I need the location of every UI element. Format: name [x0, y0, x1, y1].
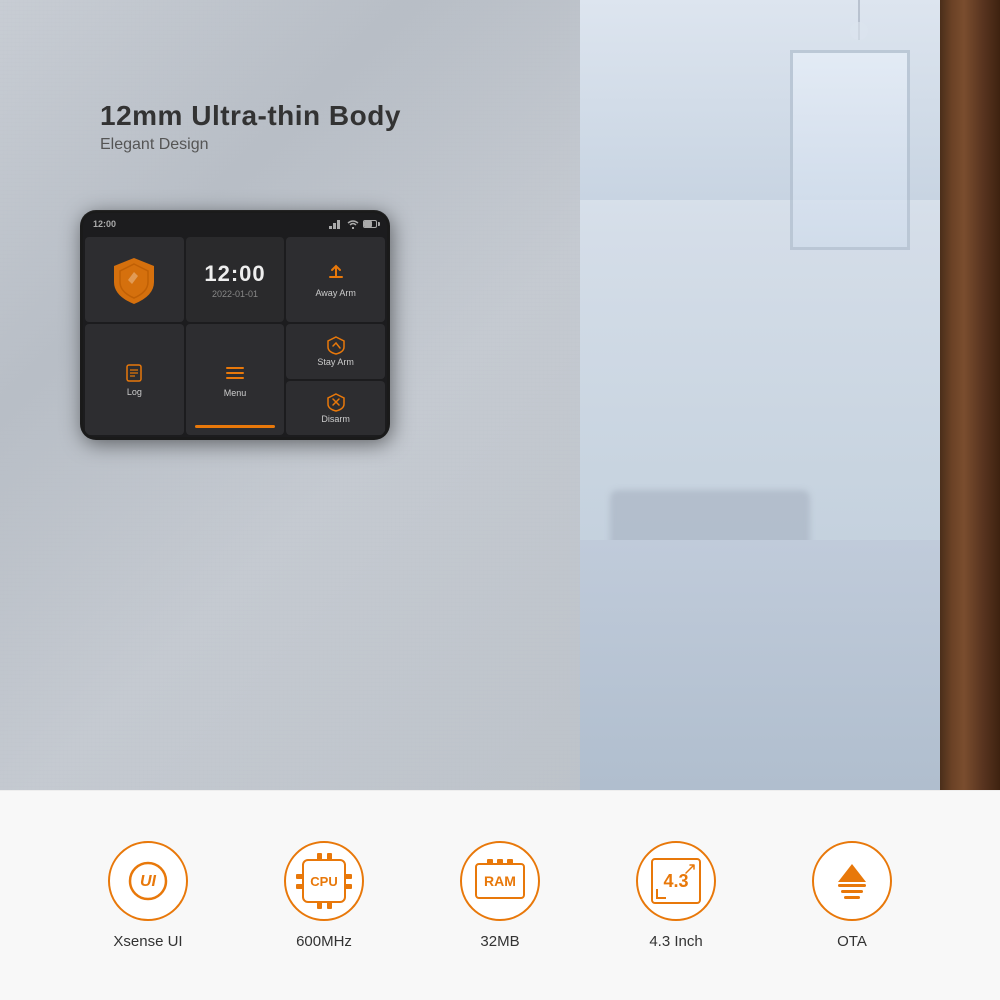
- spec-600mhz-label: 600MHz: [296, 933, 352, 950]
- ota-line-2: [841, 890, 863, 893]
- inch-arrow-icon: [684, 863, 696, 875]
- clock-display-date: 2022-01-01: [212, 289, 258, 299]
- inch-icon-wrapper: 4.3: [651, 858, 701, 904]
- disarm-icon: [326, 392, 346, 412]
- ram-icon-wrapper: RAM: [475, 863, 525, 899]
- menu-icon: [224, 362, 246, 384]
- ota-line-3: [844, 896, 860, 899]
- ota-arrow: [838, 864, 866, 882]
- right-column-cells: Stay Arm Disarm: [286, 324, 385, 435]
- away-arm-label: Away Arm: [315, 288, 355, 298]
- log-cell: Log: [85, 324, 184, 435]
- xsense-ui-icon-circle: UI: [108, 841, 188, 921]
- inch-corner: [656, 889, 666, 899]
- spec-ota-label: OTA: [837, 933, 867, 950]
- wall-text-overlay: 12mm Ultra-thin Body Elegant Design: [100, 100, 401, 154]
- xsense-ui-icon: UI: [126, 859, 170, 903]
- room-interior: [580, 0, 940, 790]
- ota-icon-wrapper: [838, 864, 866, 899]
- screen-status-bar: 12:00: [83, 213, 387, 235]
- device-bottom-accent: [195, 425, 275, 428]
- shield-icon-large: [108, 254, 160, 306]
- clock-cell: 12:00 2022-01-01: [186, 237, 285, 322]
- security-panel-device: 12:00: [80, 210, 390, 440]
- ceiling-lamp: [858, 0, 860, 40]
- disarm-cell: Disarm: [286, 381, 385, 436]
- menu-label: Menu: [224, 388, 247, 398]
- svg-text:UI: UI: [140, 873, 157, 890]
- device-screen: 12:00: [83, 213, 387, 437]
- disarm-label: Disarm: [321, 414, 350, 424]
- away-arm-icon: [325, 262, 347, 284]
- ota-icon-circle: [812, 841, 892, 921]
- clock-display-time: 12:00: [204, 261, 265, 287]
- log-icon: [124, 363, 144, 383]
- spec-4-3-inch-label: 4.3 Inch: [649, 933, 702, 950]
- wifi-icon: [347, 219, 359, 229]
- room-floor: [580, 540, 940, 790]
- shield-cell: [85, 237, 184, 322]
- room-window: [790, 50, 910, 250]
- spec-ota: OTA: [812, 841, 892, 950]
- away-arm-cell: Away Arm: [286, 237, 385, 322]
- stay-arm-icon: [326, 335, 346, 355]
- 600mhz-icon-circle: CPU: [284, 841, 364, 921]
- main-container: 12mm Ultra-thin Body Elegant Design 12:0…: [0, 0, 1000, 1000]
- spec-xsense-ui: UI Xsense UI: [108, 841, 188, 950]
- ram-box: RAM: [475, 863, 525, 899]
- ram-text: RAM: [484, 873, 516, 889]
- status-time: 12:00: [93, 219, 116, 229]
- spec-32mb-label: 32MB: [480, 933, 519, 950]
- spec-xsense-ui-label: Xsense UI: [113, 933, 182, 950]
- spec-600mhz: CPU 600MHz: [284, 841, 364, 950]
- cpu-icon-wrapper: CPU: [302, 859, 346, 903]
- 32mb-icon-circle: RAM: [460, 841, 540, 921]
- signal-icon: [329, 219, 343, 229]
- cpu-box: CPU: [302, 859, 346, 903]
- spec-32mb: RAM 32MB: [460, 841, 540, 950]
- log-label: Log: [127, 387, 142, 397]
- ota-lines: [838, 884, 866, 899]
- menu-cell: Menu: [186, 324, 285, 435]
- spec-4-3-inch: 4.3 4.3 Inch: [636, 841, 716, 950]
- 4-3-inch-icon-circle: 4.3: [636, 841, 716, 921]
- left-wall: 12mm Ultra-thin Body Elegant Design 12:0…: [0, 0, 580, 790]
- product-subheadline: Elegant Design: [100, 136, 401, 154]
- inch-box: 4.3: [651, 858, 701, 904]
- stay-arm-label: Stay Arm: [317, 357, 354, 367]
- stay-arm-cell: Stay Arm: [286, 324, 385, 379]
- product-image-section: 12mm Ultra-thin Body Elegant Design 12:0…: [0, 0, 1000, 790]
- product-headline: 12mm Ultra-thin Body: [100, 100, 401, 132]
- cpu-text: CPU: [310, 874, 337, 889]
- ota-line-1: [838, 884, 866, 887]
- door-frame: [940, 0, 1000, 790]
- specs-section: UI Xsense UI: [0, 790, 1000, 1000]
- status-icons: [329, 219, 377, 229]
- device-outer-shell: 12:00: [80, 210, 390, 440]
- battery-icon: [363, 220, 377, 228]
- screen-grid: 12:00 2022-01-01 Away Arm: [83, 235, 387, 437]
